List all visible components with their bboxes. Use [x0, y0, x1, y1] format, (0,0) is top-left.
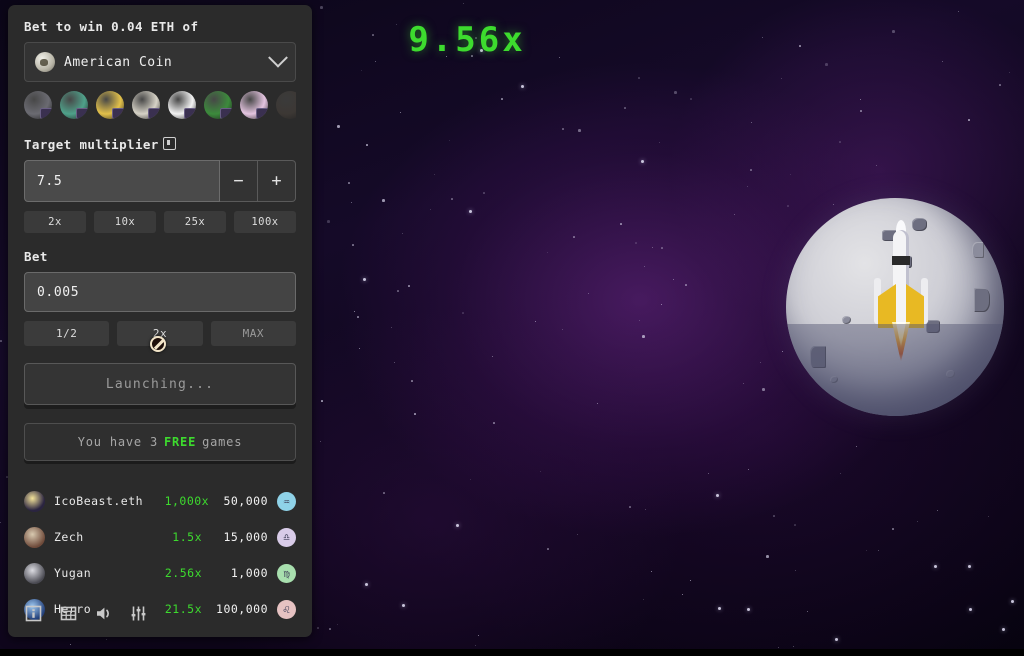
coin-select-dropdown[interactable]: American Coin [24, 42, 296, 82]
panel-header-label: Bet to win 0.04 ETH of [24, 19, 199, 34]
rocket-icon [874, 220, 928, 362]
coin-thumb-4[interactable] [132, 91, 160, 119]
info-icon[interactable] [162, 137, 176, 150]
coin-thumb-3[interactable] [96, 91, 124, 119]
coin-badge-icon [148, 108, 160, 119]
leaderboard-grid-icon[interactable] [59, 604, 78, 623]
coin-badge-icon [40, 108, 52, 119]
leaderboard-amount: 1,000 [230, 566, 268, 580]
multiplier-preset-100x[interactable]: 100x [234, 211, 296, 233]
target-multiplier-input[interactable]: 7.5 [24, 160, 220, 202]
multiplier-preset-2x[interactable]: 2x [24, 211, 86, 233]
bet-amount-input[interactable]: 0.005 [24, 272, 296, 312]
coin-badge-icon [112, 108, 124, 119]
leo-badge: ♌ [277, 599, 296, 619]
leaderboard-amount: 50,000 [223, 494, 268, 508]
target-multiplier-label-text: Target multiplier [24, 137, 159, 152]
coin-badge-icon [256, 108, 268, 119]
panel-footer-toolbar [24, 604, 148, 623]
leaderboard-row[interactable]: Yugan 2.56x 1,000 ♍ [24, 555, 296, 591]
leaderboard-amount: 15,000 [223, 530, 268, 544]
coin-thumb-1[interactable] [24, 91, 52, 119]
coin-badge-icon [220, 108, 232, 119]
rocket-flame [892, 322, 910, 362]
multiplier-preset-25x[interactable]: 25x [164, 211, 226, 233]
info-panel-icon[interactable] [24, 604, 43, 623]
coin-thumb-8[interactable] [276, 91, 296, 119]
moon-icon [786, 198, 1004, 416]
coin-badge-icon [76, 108, 88, 119]
target-multiplier-row: 7.5 − + [24, 160, 296, 202]
target-multiplier-presets: 2x 10x 25x 100x [24, 211, 296, 233]
free-games-prefix: You have 3 [77, 435, 158, 449]
free-games-banner: You have 3 FREE games [24, 423, 296, 461]
settings-sliders-icon[interactable] [129, 604, 148, 623]
coin-thumb-6[interactable] [204, 91, 232, 119]
bet-panel: Bet to win 0.04 ETH of American Coin Tar… [8, 5, 312, 637]
leaderboard-player-name: IcoBeast.eth [54, 494, 144, 508]
rocket-flame-core [896, 322, 906, 348]
rocket-band [892, 256, 910, 265]
leaderboard-player-name: Yugan [54, 566, 92, 580]
avatar-zech [24, 526, 45, 548]
target-multiplier-decrement[interactable]: − [220, 160, 258, 202]
leaderboard-multiplier: 2.56x [164, 566, 202, 580]
bet-preset-MAX[interactable]: MAX [210, 321, 296, 346]
avatar-icobeast [24, 490, 45, 512]
moon-surface [786, 198, 1004, 416]
leaderboard-row[interactable]: IcoBeast.eth 1,000x 50,000 ♒ [24, 483, 296, 519]
coin-thumb-2[interactable] [60, 91, 88, 119]
avatar-yugan [24, 562, 45, 584]
target-multiplier-label: Target multiplier [24, 137, 296, 152]
target-multiplier-increment[interactable]: + [258, 160, 296, 202]
leaderboard-amount: 100,000 [216, 602, 268, 616]
sound-icon[interactable] [94, 604, 113, 623]
bet-label: Bet [24, 249, 48, 264]
coin-select-value: American Coin [64, 54, 173, 70]
coin-avatar-icon [35, 52, 55, 72]
leaderboard-multiplier: 1.5x [172, 530, 202, 544]
aquarius-badge: ♒ [277, 491, 296, 511]
bet-preset-1-2[interactable]: 1/2 [24, 321, 110, 346]
not-allowed-cursor-icon [150, 336, 166, 352]
free-games-suffix: games [202, 435, 243, 449]
virgo-badge: ♍ [277, 563, 296, 583]
libra-badge: ♎ [277, 527, 296, 547]
coin-badge-icon [184, 108, 196, 119]
bottom-letterbox [0, 649, 1024, 656]
coin-thumb-7[interactable] [240, 91, 268, 119]
leaderboard-player-name: Zech [54, 530, 84, 544]
leaderboard-multiplier: 1,000x [164, 494, 210, 508]
coin-thumbnail-strip[interactable] [24, 91, 296, 121]
free-games-highlight: FREE [164, 435, 197, 449]
coin-thumb-5[interactable] [168, 91, 196, 119]
multiplier-preset-10x[interactable]: 10x [94, 211, 156, 233]
leaderboard-row[interactable]: Zech 1.5x 15,000 ♎ [24, 519, 296, 555]
chevron-down-icon [268, 47, 288, 68]
launch-button[interactable]: Launching... [24, 363, 296, 405]
